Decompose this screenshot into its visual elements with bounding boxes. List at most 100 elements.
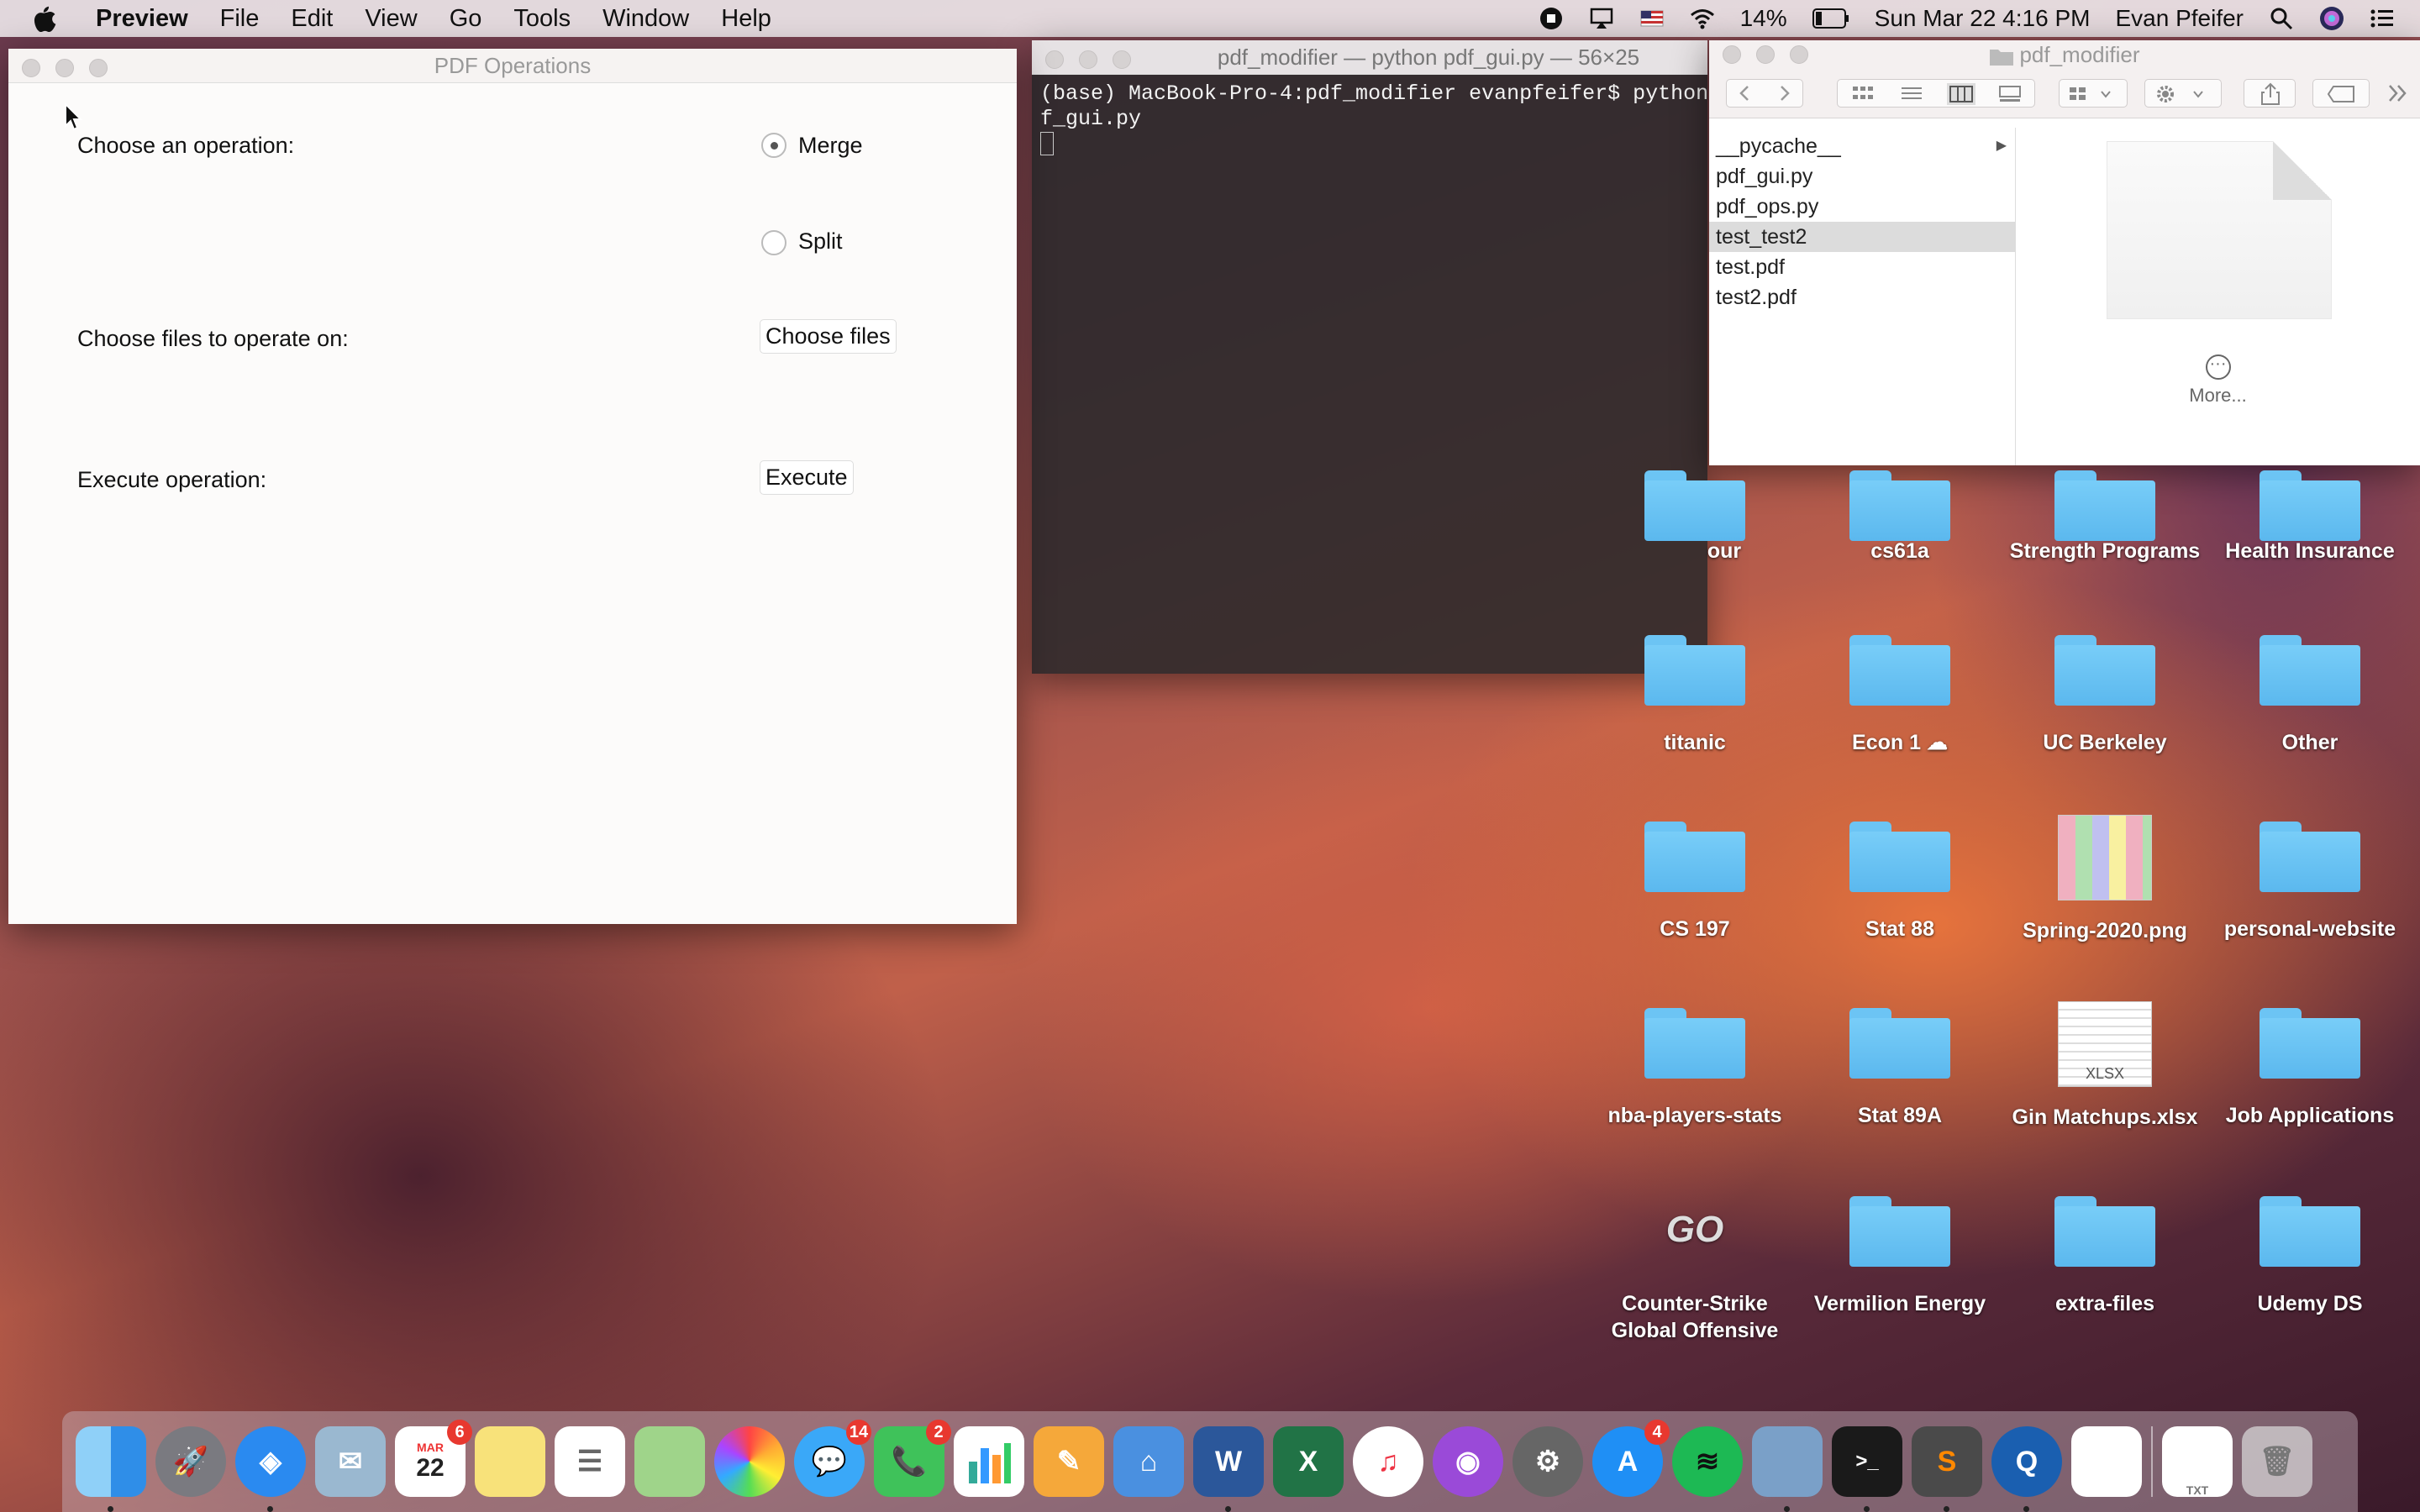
spotify-dock-icon[interactable]: ≋ [1672,1426,1743,1497]
clock[interactable]: Sun Mar 22 4:16 PM [1875,5,2091,32]
us-flag-icon[interactable] [1639,6,1665,31]
desktop-folder[interactable]: our [1598,470,1791,564]
tags-button[interactable] [2312,79,2370,108]
safari-dock-icon[interactable]: ◈ [235,1426,306,1512]
finder-window[interactable]: pdf_modifier __pycache__ ▶ pdf_gui.py pdf… [1709,40,2420,465]
share-button[interactable] [2244,79,2296,108]
action-button[interactable] [2144,79,2222,108]
share-icon[interactable] [2260,82,2281,106]
gallery-view-icon[interactable] [1997,85,2023,103]
menu-app-name[interactable]: Preview [96,5,188,33]
desktop-folder[interactable]: Job Applications [2213,1008,2407,1129]
stop-recording-icon[interactable] [1539,6,1564,31]
gear-icon[interactable] [2154,84,2212,104]
tag-icon[interactable] [2327,85,2357,103]
desktop-folder[interactable]: Health Insurance [2213,470,2407,564]
excel-dock-icon[interactable]: X [1273,1426,1344,1497]
siri-icon[interactable] [2319,6,2344,31]
back-forward-control[interactable] [1726,79,1803,108]
menu-file[interactable]: File [220,5,260,33]
choose-files-button[interactable]: Choose files [760,319,897,354]
photos-dock-icon[interactable] [714,1426,785,1497]
trash-dock-icon[interactable]: 🗑 [2242,1426,2312,1497]
menu-window[interactable]: Window [602,5,689,33]
zoom-button[interactable] [1790,45,1808,64]
quicktime-dock-icon[interactable]: Q [1991,1426,2062,1512]
desktop-folder[interactable]: Stat 89A [1803,1008,1996,1129]
close-button[interactable] [1723,45,1741,64]
desktop-folder[interactable]: Udemy DS [2213,1196,2407,1317]
maps-dock-icon[interactable] [634,1426,705,1497]
desktop-folder[interactable]: CS 197 [1598,822,1791,942]
menu-help[interactable]: Help [721,5,771,33]
zoom-button[interactable] [89,59,108,77]
sublime-text-dock-icon[interactable]: S [1912,1426,1982,1512]
merge-radio[interactable] [761,133,786,158]
podcasts-dock-icon[interactable]: ◉ [1433,1426,1503,1497]
terminal-window[interactable]: pdf_modifier — python pdf_gui.py — 56×25… [1032,40,1746,674]
notes-dock-icon[interactable] [475,1426,545,1497]
numbers-dock-icon[interactable] [954,1426,1024,1497]
finder-titlebar[interactable]: pdf_modifier [1709,40,2420,69]
pdf-titlebar[interactable]: PDF Operations [8,49,1017,83]
terminal-titlebar[interactable]: pdf_modifier — python pdf_gui.py — 56×25 [1032,40,1707,75]
desktop-xlsx-file[interactable]: XLSX Gin Matchups.xlsx [2008,1001,2202,1131]
minimize-button[interactable] [1079,50,1097,69]
split-radio[interactable] [761,230,786,255]
desktop-folder[interactable]: Stat 88 [1803,822,1996,942]
close-button[interactable] [1045,50,1064,69]
terminal-dock-icon[interactable]: >_ [1832,1426,1902,1512]
desktop-folder[interactable]: Econ 1 ☁ [1803,635,1996,756]
battery-icon[interactable] [1812,8,1849,29]
desktop-folder[interactable]: titanic [1598,635,1791,756]
pdf-operations-window[interactable]: PDF Operations Choose an operation: Merg… [8,49,1017,924]
icon-view-icon[interactable] [1851,85,1875,103]
menu-go[interactable]: Go [450,5,482,33]
document-dock-icon[interactable] [2071,1426,2142,1497]
split-label[interactable]: Split [798,228,843,255]
close-button[interactable] [22,59,40,77]
desktop-image-file[interactable]: Spring-2020.png [2008,815,2202,944]
launchpad-dock-icon[interactable]: 🚀 [155,1426,226,1497]
user-name[interactable]: Evan Pfeifer [2115,5,2244,32]
minimize-button[interactable] [1756,45,1775,64]
merge-label[interactable]: Merge [798,133,863,159]
messages-dock-icon[interactable]: 💬 14 [794,1420,871,1497]
menu-tools[interactable]: Tools [513,5,571,33]
desktop-folder[interactable]: UC Berkeley [2008,635,2202,756]
desktop-folder[interactable]: personal-website [2213,822,2407,942]
file-row[interactable]: test2.pdf [1709,282,2015,312]
system-preferences-dock-icon[interactable]: ⚙ [1512,1426,1583,1497]
txt-file-dock-icon[interactable]: TXT [2162,1426,2233,1497]
menu-view[interactable]: View [365,5,417,33]
word-dock-icon[interactable]: W [1193,1426,1264,1512]
menu-edit[interactable]: Edit [291,5,333,33]
zoom-button[interactable] [1113,50,1131,69]
wifi-icon[interactable] [1690,6,1715,31]
desktop-folder[interactable]: Other [2213,635,2407,756]
finder-dock-icon[interactable] [76,1426,146,1512]
execute-button[interactable]: Execute [760,460,854,495]
pages-dock-icon[interactable]: ✎ [1034,1426,1104,1497]
desktop-folder[interactable]: extra-files [2008,1196,2202,1317]
apple-menu-icon[interactable] [34,5,57,32]
app-store-dock-icon[interactable]: A4 [1592,1420,1670,1497]
desktop-folder[interactable]: Vermilion Energy [1803,1196,1996,1317]
preview-dock-icon[interactable] [1752,1426,1823,1512]
group-icon[interactable] [2068,85,2118,103]
more-toolbar-icon[interactable] [2386,82,2412,104]
terminal-output[interactable]: (base) MacBook-Pro-4:pdf_modifier evanpf… [1032,75,1746,164]
spotlight-search-icon[interactable] [2269,6,2294,31]
view-mode-control[interactable] [1837,79,2035,108]
file-row[interactable]: test.pdf [1709,252,2015,282]
file-row-selected[interactable]: test_test2 [1709,222,2015,252]
desktop-folder[interactable]: nba-players-stats [1598,1008,1791,1129]
list-view-icon[interactable] [1900,85,1923,103]
calendar-dock-icon[interactable]: MAR 22 6 [395,1420,472,1497]
file-row[interactable]: pdf_gui.py [1709,161,2015,192]
desktop-folder[interactable]: Strength Programs [2008,470,2202,564]
notification-center-icon[interactable] [2370,6,2395,31]
facetime-dock-icon[interactable]: 📞 2 [874,1420,951,1497]
column-view-icon[interactable] [1947,83,1975,105]
airplay-icon[interactable] [1589,6,1614,31]
